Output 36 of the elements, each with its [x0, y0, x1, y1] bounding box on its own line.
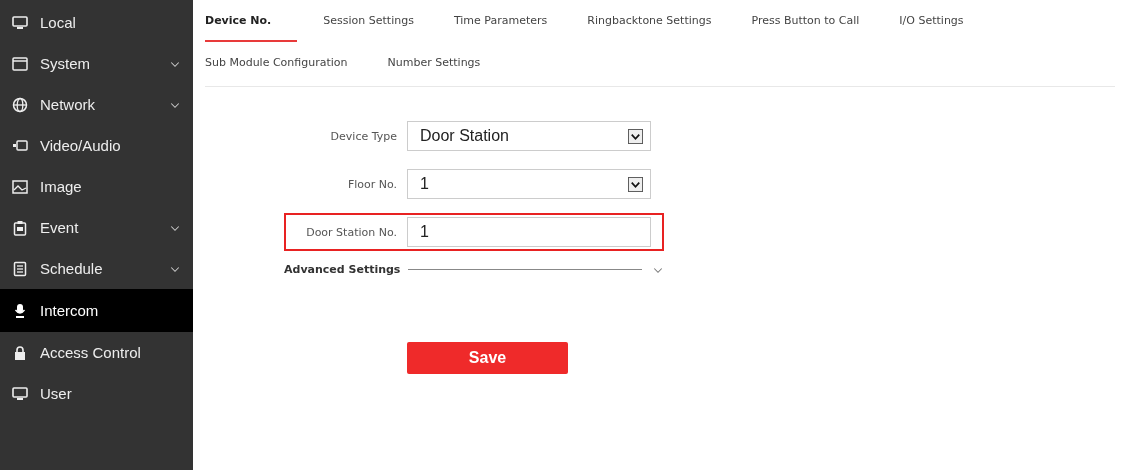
tab[interactable]: Session Settings — [309, 0, 428, 42]
field-label: Floor No. — [346, 177, 397, 191]
dropdown[interactable]: Door Station — [407, 121, 651, 151]
sidebar-item[interactable]: Video/Audio — [0, 125, 193, 166]
microphone-icon — [12, 302, 28, 319]
globe-icon — [12, 96, 28, 113]
sidebar-item[interactable]: Access Control — [0, 332, 193, 373]
lock-icon — [12, 344, 28, 361]
camera-icon — [12, 137, 28, 154]
input-field[interactable]: 1 — [407, 217, 651, 247]
sidebar-item[interactable]: Image — [0, 166, 193, 207]
monitor-icon — [12, 385, 28, 402]
sidebar-item[interactable]: Intercom — [0, 289, 193, 332]
tab[interactable]: I/O Settings — [885, 0, 978, 42]
tab[interactable]: Number Settings — [373, 42, 495, 84]
sidebar-item[interactable]: Event — [0, 207, 193, 248]
field-label: Door Station No. — [305, 225, 397, 239]
clipboard-icon — [12, 219, 28, 236]
field-label: Device Type — [329, 129, 397, 143]
sidebar-item[interactable]: Network — [0, 84, 193, 125]
tab[interactable]: Device No. — [205, 0, 298, 42]
tab[interactable]: Press Button to Call — [737, 0, 874, 42]
sidebar-item[interactable]: User — [0, 373, 193, 414]
sidebar-item[interactable]: Schedule — [0, 248, 193, 289]
tab[interactable]: Time Parameters — [439, 0, 562, 42]
monitor-icon — [12, 14, 28, 31]
tab[interactable]: Sub Module Configuration — [205, 42, 362, 84]
save-button[interactable]: Save — [407, 342, 568, 374]
list-icon — [12, 260, 28, 277]
advanced-settings-toggle[interactable]: Advanced Settings — [284, 263, 664, 276]
sidebar-item[interactable]: Local — [0, 2, 193, 43]
tab[interactable]: Ringbacktone Settings — [573, 0, 726, 42]
window-icon — [12, 55, 28, 72]
dropdown[interactable]: 1 — [407, 169, 651, 199]
sidebar-item[interactable]: System — [0, 43, 193, 84]
image-icon — [12, 178, 28, 195]
